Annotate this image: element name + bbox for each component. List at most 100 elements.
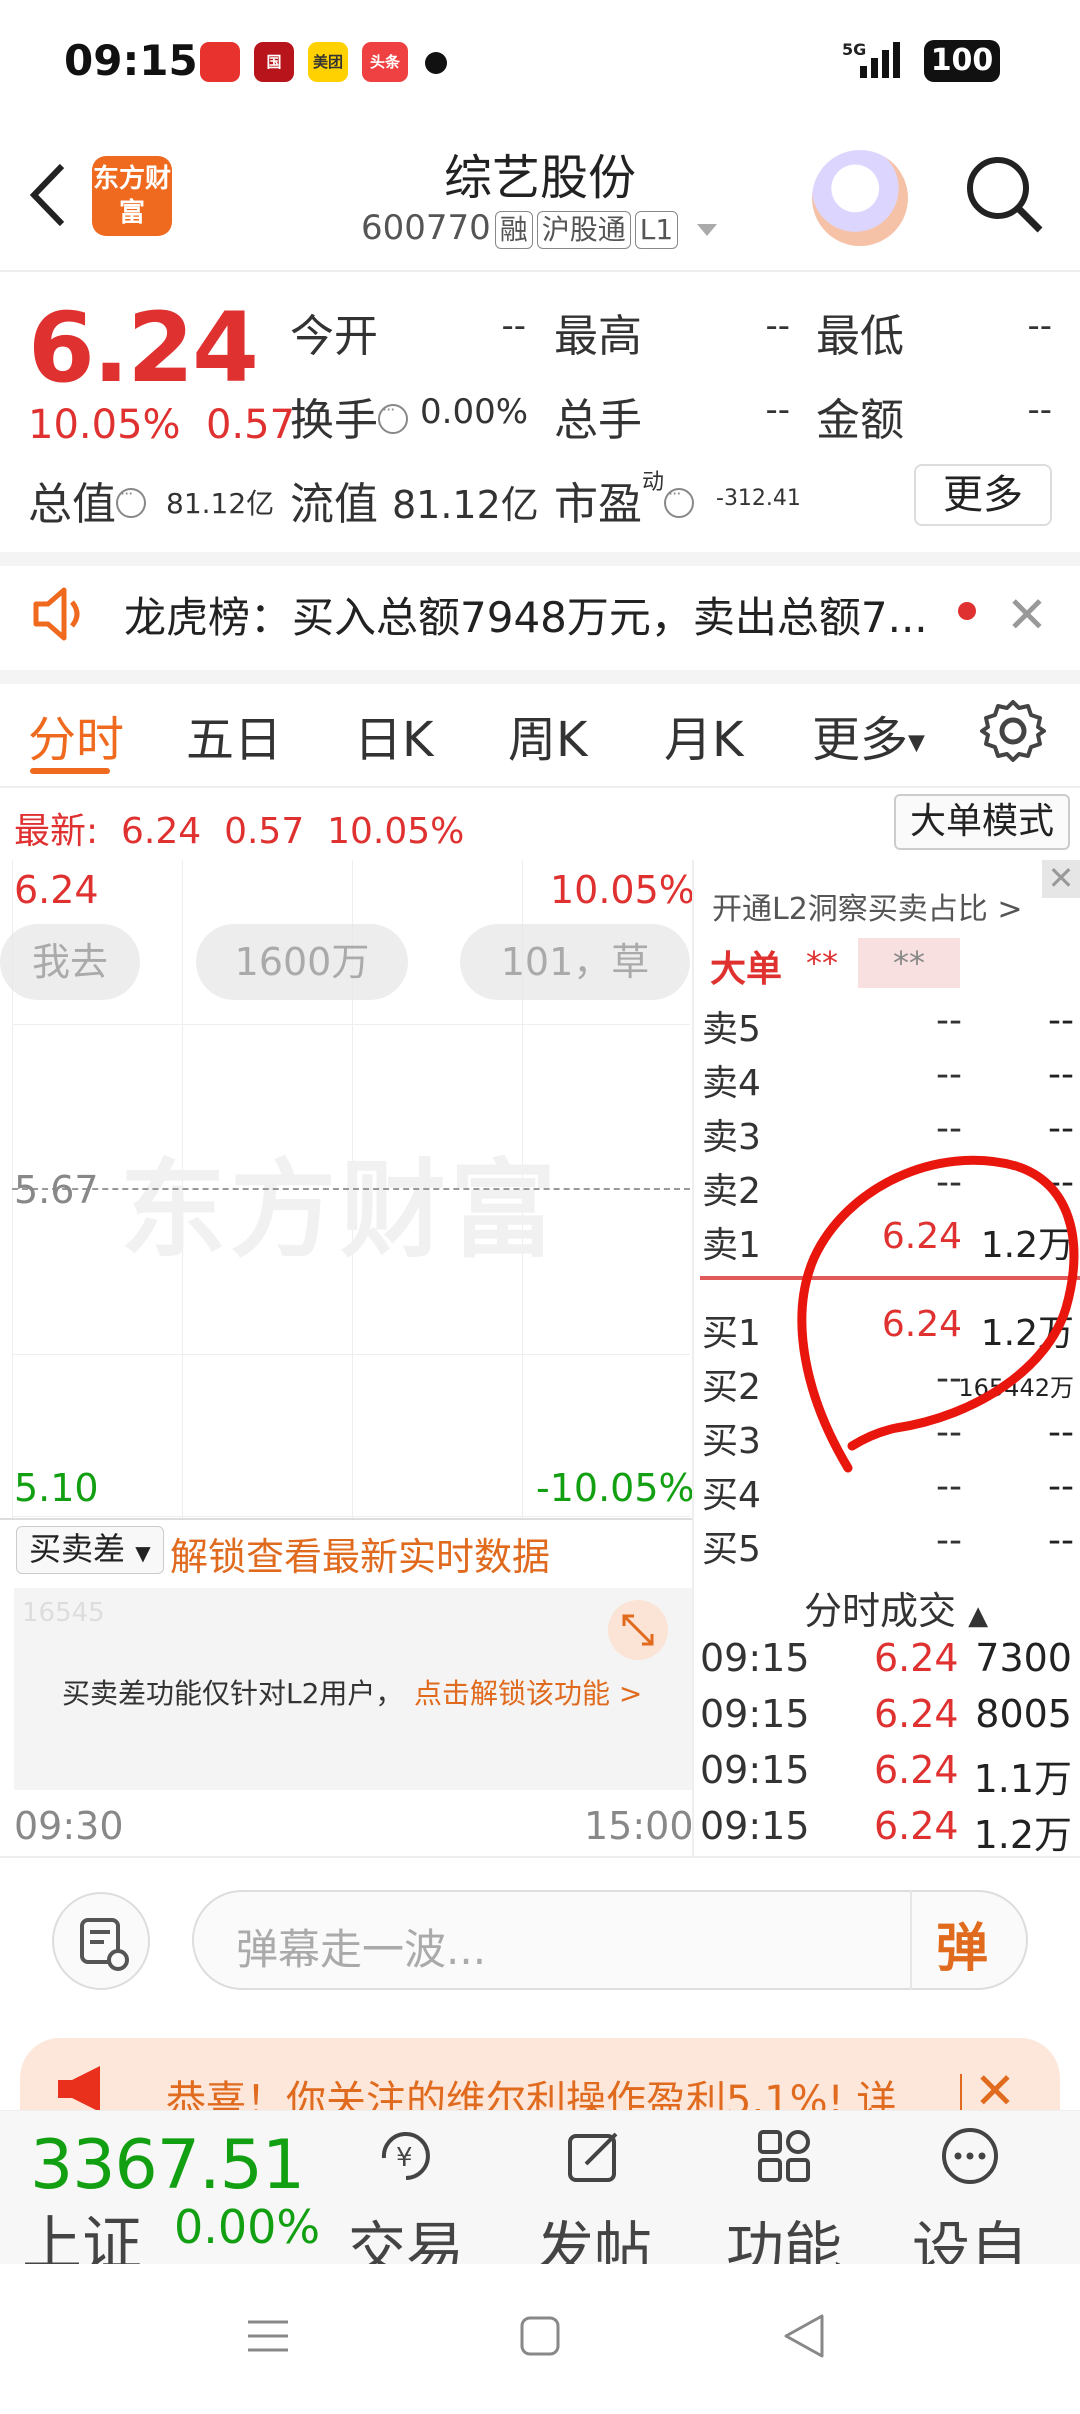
axis-min-pct: -10.05% (536, 1466, 695, 1510)
info-icon (378, 400, 408, 434)
back-nav-icon[interactable] (782, 2312, 826, 2360)
app-notification-icon (200, 42, 240, 82)
index-value[interactable]: 3367.51 (30, 2126, 305, 2205)
trade-icon: ¥ (381, 2132, 430, 2180)
comment-settings-button[interactable] (52, 1892, 150, 1990)
home-icon[interactable] (518, 2314, 562, 2358)
high-value: -- (765, 306, 790, 346)
more-quote-button[interactable]: 更多 (914, 464, 1052, 526)
gear-icon (980, 700, 1046, 762)
float-value: 81.12亿 (392, 483, 539, 527)
nav-post[interactable]: 发帖 (524, 2112, 664, 2286)
indicator-select[interactable]: 买卖差 ▼ (16, 1526, 164, 1574)
bid-row: 买5 -- -- (702, 1520, 1074, 1570)
big-order-value: ** (858, 938, 960, 988)
axis-end-time: 15:00 (584, 1804, 694, 1848)
ask-row: 卖4 -- -- (702, 1054, 1074, 1104)
caret-down-icon: ▼ (135, 1541, 151, 1565)
app-notification-icon: 国 (254, 42, 294, 82)
notification-dot-icon (425, 52, 447, 74)
trade-row: 09:15 6.24 1.2万 (700, 1804, 1072, 1857)
open-value: -- (501, 306, 526, 346)
tab-more[interactable]: 更多▼ (812, 700, 925, 770)
mktcap-label[interactable]: 总值 (28, 468, 146, 532)
axis-max-pct: 10.05% (550, 868, 695, 912)
search-button[interactable] (960, 150, 1050, 240)
l2-promo-link[interactable]: 开通L2洞察买卖占比 > (712, 884, 1022, 928)
trade-row: 09:15 6.24 8005 (700, 1692, 1072, 1736)
axis-start-time: 09:30 (14, 1804, 124, 1848)
low-label: 最低 (816, 311, 904, 362)
nav-trade[interactable]: ¥ 交易 (336, 2112, 476, 2286)
watermark: 东方财富 (120, 1149, 560, 1272)
trade-row: 09:15 6.24 1.1万 (700, 1748, 1072, 1801)
prev-close-line (12, 1188, 690, 1190)
tab-intraday[interactable]: 分时 (28, 700, 124, 770)
connect-tag: 沪股通 (536, 211, 631, 249)
axis-prev-close: 5.67 (14, 1168, 99, 1212)
mktcap-value: 81.12亿 (166, 487, 275, 520)
high-label: 最高 (554, 311, 642, 362)
divider (0, 786, 1080, 788)
unlock-data-link[interactable]: 解锁查看最新实时数据 (170, 1526, 550, 1581)
current-price: 6.24 (28, 292, 259, 404)
close-news-button[interactable]: ✕ (1006, 586, 1048, 644)
volume-label: 总手 (554, 395, 642, 446)
battery-icon: 100 (924, 40, 1000, 82)
news-text[interactable]: 龙虎榜：买入总额7948万元，卖出总额7... (124, 584, 944, 645)
caret-down-icon: ▼ (908, 730, 925, 756)
pe-label[interactable]: 市盈动 (554, 468, 695, 532)
axis-max-price: 6.24 (14, 868, 99, 912)
tab-monthly-k[interactable]: 月K (664, 700, 743, 770)
big-order-value: ** (806, 944, 838, 982)
megaphone-icon (54, 2064, 108, 2114)
grid-icon (758, 2130, 810, 2182)
chart-settings-button[interactable] (978, 696, 1048, 766)
change-pct: 10.05% (28, 402, 181, 448)
nav-functions[interactable]: 功能 (714, 2112, 854, 2286)
amount-label: 金额 (816, 395, 904, 446)
turnover-label[interactable]: 换手 (290, 384, 408, 448)
low-value: -- (1027, 306, 1052, 346)
tab-weekly-k[interactable]: 周K (508, 700, 587, 770)
divider (0, 670, 1080, 684)
active-tab-indicator (30, 768, 110, 774)
axis-min-price: 5.10 (14, 1466, 99, 1510)
tab-daily-k[interactable]: 日K (354, 700, 433, 770)
expand-button[interactable] (608, 1600, 668, 1660)
latest-quote: 最新: 6.24 0.57 10.05% (14, 811, 465, 852)
note-settings-icon (80, 1918, 129, 1971)
edit-icon (568, 2132, 618, 2182)
divider (0, 270, 1080, 272)
divider (0, 1518, 692, 1520)
app-logo: 东方财富 (92, 156, 172, 236)
nav-watchlist[interactable]: 设自 (900, 2112, 1040, 2286)
big-order-mode-button[interactable]: 大单模式 (894, 794, 1070, 850)
robot-assistant-icon[interactable] (812, 150, 908, 246)
danmu-bubble: 101，草 (460, 924, 690, 1000)
status-bar: 09:15 国 美团 头条 5G 100 (0, 0, 1080, 120)
menu-icon[interactable] (246, 2314, 290, 2358)
divider (692, 860, 694, 1856)
divider (0, 1856, 1080, 1858)
danmu-placeholder: 弹幕走一波... (236, 1925, 487, 1974)
danmu-toggle-button[interactable]: 弹 (936, 1906, 988, 1981)
margin-tag: 融 (494, 211, 533, 249)
status-time: 09:15 (64, 36, 198, 85)
stock-code-row[interactable]: 600770 融沪股通 L1 (340, 208, 740, 249)
back-button[interactable] (24, 160, 74, 230)
trades-title[interactable]: 分时成交 ▲ (804, 1580, 988, 1635)
toutiao-icon: 头条 (362, 42, 408, 82)
ask-row: 卖5 -- -- (702, 1000, 1074, 1050)
change-abs: 0.57 (205, 402, 296, 448)
float-label: 流值 (290, 479, 378, 530)
divider (960, 2074, 962, 2114)
price-change: 10.05% 0.57 (28, 402, 295, 448)
unlock-feature-link[interactable]: 点击解锁该功能 > (414, 1672, 642, 1712)
tab-five-day[interactable]: 五日 (186, 700, 282, 770)
chevron-left-icon (29, 163, 65, 227)
svg-text:¥: ¥ (396, 2143, 413, 2173)
close-promo-button[interactable]: ✕ (1042, 860, 1080, 898)
info-icon (664, 484, 695, 518)
ghost-value: 16545 (22, 1598, 105, 1628)
